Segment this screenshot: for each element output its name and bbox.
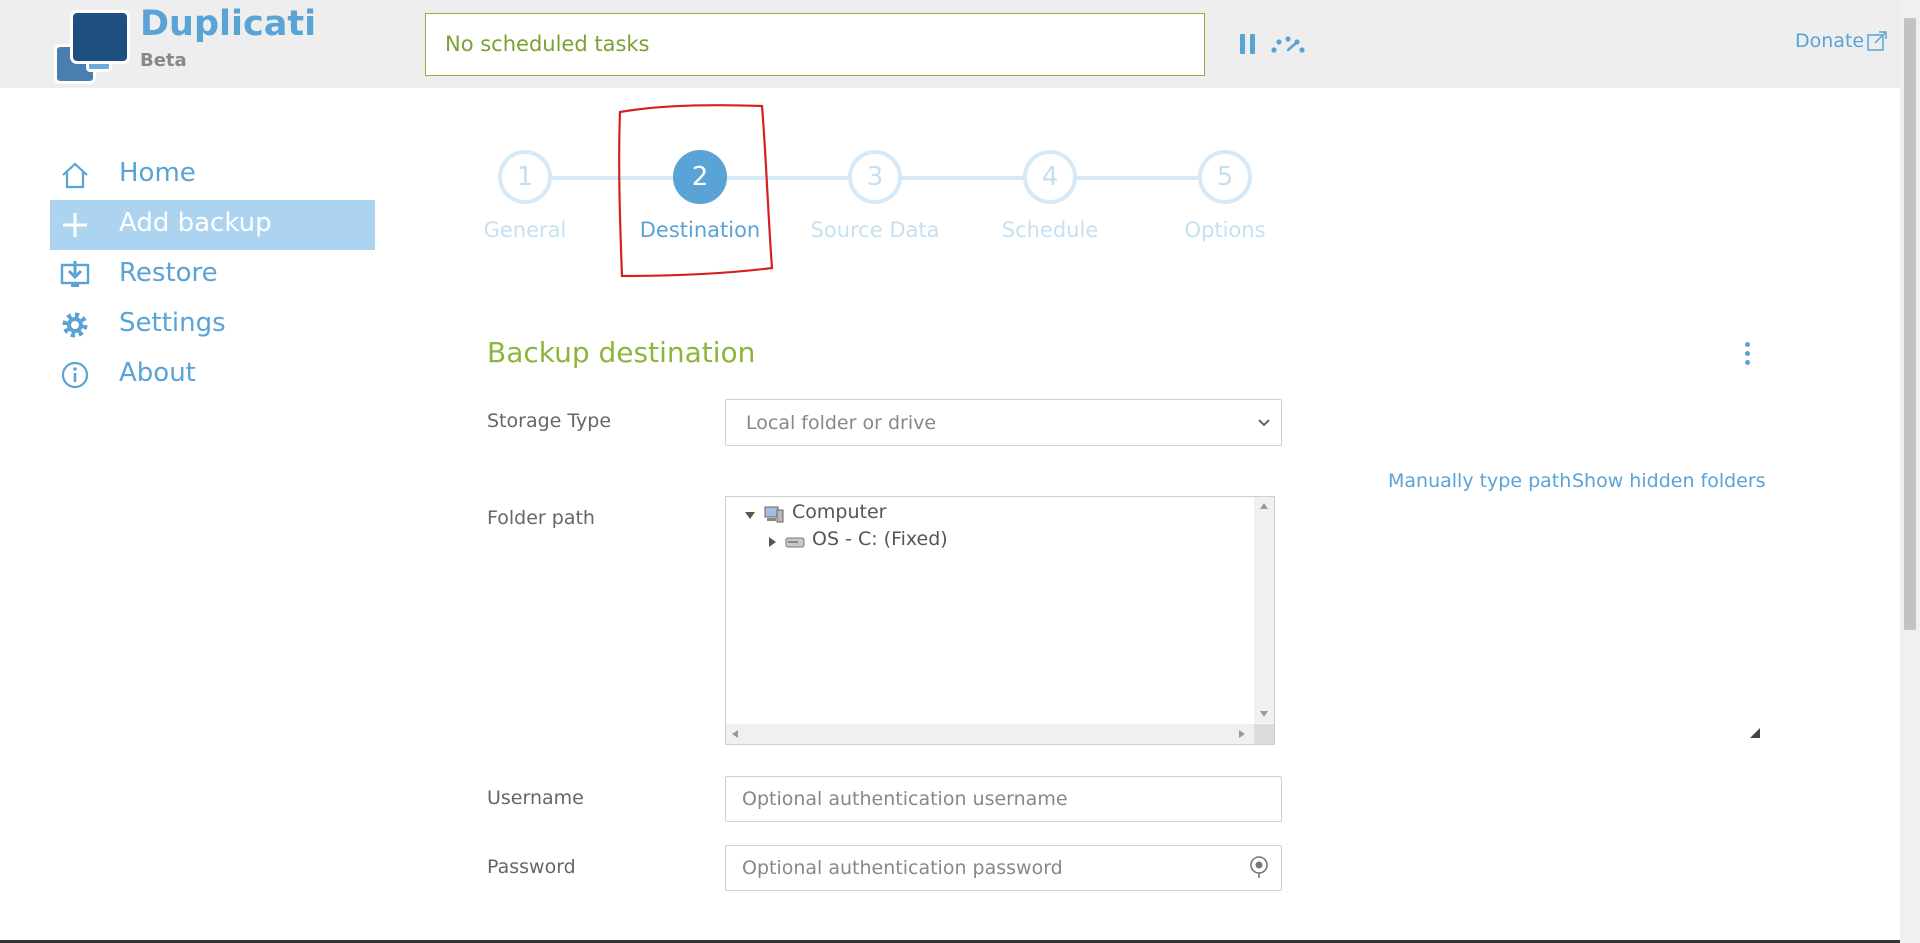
- step-1-label[interactable]: General: [435, 218, 615, 242]
- step-5-label[interactable]: Options: [1135, 218, 1315, 242]
- tree-node-label[interactable]: OS - C: (Fixed): [812, 528, 948, 550]
- storage-type-label: Storage Type: [487, 410, 612, 432]
- step-3-circle[interactable]: 3: [848, 150, 902, 204]
- page-scrollbar-thumb[interactable]: [1904, 18, 1916, 630]
- sidebar-item-label: Home: [119, 158, 196, 188]
- status-text: No scheduled tasks: [445, 32, 650, 56]
- step-1-circle[interactable]: 1: [498, 150, 552, 204]
- scroll-left-icon[interactable]: [731, 729, 739, 739]
- restore-icon: [60, 261, 90, 287]
- throttle-icon[interactable]: [1270, 34, 1306, 54]
- tree-node-label[interactable]: Computer: [792, 501, 886, 523]
- step-4-circle[interactable]: 4: [1023, 150, 1077, 204]
- folder-tree[interactable]: Computer OS - C: (Fixed): [725, 496, 1275, 745]
- resize-handle-icon[interactable]: [1750, 728, 1760, 738]
- donate-link[interactable]: Donate: [1795, 30, 1864, 52]
- brand-subtitle: Beta: [140, 50, 187, 71]
- sidebar-item-label: Restore: [119, 258, 218, 288]
- step-connector: [900, 176, 1024, 180]
- plus-icon: [63, 213, 87, 237]
- username-input[interactable]: [725, 776, 1282, 822]
- more-options-icon[interactable]: [1745, 342, 1751, 368]
- pause-icon[interactable]: [1240, 34, 1256, 54]
- duplicati-logo[interactable]: [50, 10, 130, 84]
- scroll-up-icon[interactable]: [1259, 502, 1269, 510]
- step-3-label[interactable]: Source Data: [785, 218, 965, 242]
- external-link-icon[interactable]: [1866, 30, 1888, 52]
- sidebar-item-home[interactable]: Home: [50, 150, 375, 200]
- tree-vertical-scrollbar[interactable]: [1254, 497, 1274, 723]
- sidebar-item-about[interactable]: About: [50, 350, 375, 400]
- section-title: Backup destination: [487, 336, 756, 369]
- sidebar-item-settings[interactable]: Settings: [50, 300, 375, 350]
- username-label: Username: [487, 787, 584, 809]
- show-password-icon[interactable]: [1249, 855, 1269, 879]
- scroll-down-icon[interactable]: [1259, 710, 1269, 718]
- sidebar-item-restore[interactable]: Restore: [50, 250, 375, 300]
- collapse-arrow-icon[interactable]: [766, 536, 778, 548]
- storage-type-select[interactable]: Local folder or drive: [725, 399, 1282, 446]
- scroll-right-icon[interactable]: [1238, 729, 1246, 739]
- show-hidden-folders-link[interactable]: Show hidden folders: [1572, 470, 1766, 492]
- expand-arrow-icon[interactable]: [744, 509, 756, 521]
- info-icon: [61, 361, 89, 389]
- status-box: No scheduled tasks: [425, 13, 1205, 76]
- step-4-label[interactable]: Schedule: [960, 218, 1140, 242]
- password-label: Password: [487, 856, 576, 878]
- sidebar-item-label: Settings: [119, 308, 226, 338]
- step-connector: [1075, 176, 1199, 180]
- scroll-corner: [1254, 724, 1274, 744]
- hand-drawn-highlight: [618, 104, 774, 278]
- storage-type-value: Local folder or drive: [746, 412, 937, 434]
- manually-type-path-link[interactable]: Manually type path: [1388, 470, 1571, 492]
- chevron-down-icon: [1258, 419, 1270, 427]
- drive-icon: [785, 537, 805, 548]
- sidebar-item-label: Add backup: [119, 208, 272, 238]
- password-input[interactable]: [725, 845, 1282, 891]
- top-header: Duplicati Beta No scheduled tasks Donate: [0, 0, 1900, 88]
- folder-path-label: Folder path: [487, 507, 595, 529]
- tree-horizontal-scrollbar[interactable]: [726, 724, 1254, 744]
- sidebar-item-label: About: [119, 358, 196, 388]
- brand-name[interactable]: Duplicati: [140, 4, 316, 44]
- step-5-circle[interactable]: 5: [1198, 150, 1252, 204]
- computer-icon: [764, 506, 784, 523]
- home-icon: [62, 162, 88, 189]
- gear-icon: [62, 312, 88, 338]
- sidebar-item-add-backup[interactable]: Add backup: [50, 200, 375, 250]
